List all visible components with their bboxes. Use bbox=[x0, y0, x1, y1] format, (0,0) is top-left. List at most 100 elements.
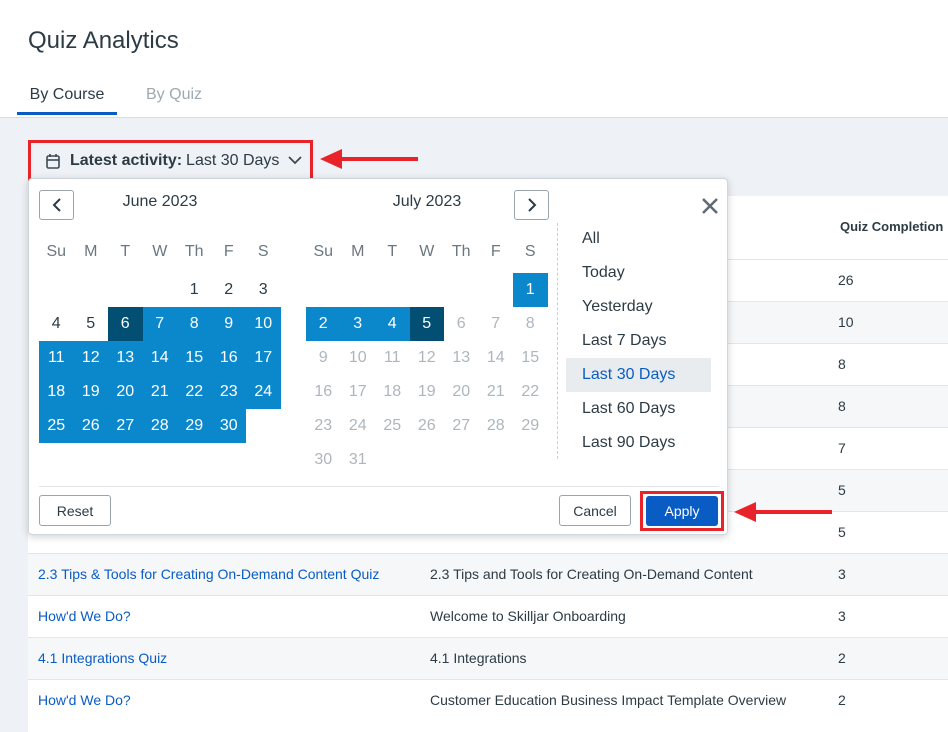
june-day-cell[interactable]: 5 bbox=[74, 307, 109, 341]
quiz-completions-header[interactable]: Quiz Completion bbox=[840, 219, 943, 234]
july-day-cell: 31 bbox=[348, 451, 367, 468]
july-day-cell[interactable]: 2 bbox=[306, 307, 341, 341]
july-day-cell: 19 bbox=[417, 383, 436, 400]
page-header: Quiz Analytics By Course By Quiz bbox=[0, 0, 948, 118]
june-day-cell[interactable]: 28 bbox=[142, 409, 177, 443]
july-day-cell[interactable]: 1 bbox=[513, 273, 548, 307]
june-day-cell[interactable]: 30 bbox=[211, 409, 246, 443]
table-row: How'd We Do? Customer Education Business … bbox=[28, 679, 948, 721]
june-day-cell[interactable]: 8 bbox=[177, 307, 212, 341]
range-option[interactable]: Last 60 Days bbox=[566, 392, 711, 426]
june-day-cell[interactable]: 20 bbox=[108, 375, 143, 409]
tab-by-course[interactable]: By Course bbox=[17, 86, 117, 104]
june-weekday-header: W bbox=[152, 243, 168, 260]
july-day-cell: 29 bbox=[521, 417, 540, 434]
june-day-cell[interactable]: 18 bbox=[39, 375, 74, 409]
june-day-cell[interactable]: 13 bbox=[108, 341, 143, 375]
june-day-cell[interactable]: 9 bbox=[211, 307, 246, 341]
completion-count: 7 bbox=[838, 440, 846, 456]
completion-count: 5 bbox=[838, 482, 846, 498]
june-day-cell[interactable]: 11 bbox=[39, 341, 74, 375]
latest-activity-filter-button[interactable]: Latest activity: Last 30 Days bbox=[28, 140, 313, 181]
june-weekday-header: Th bbox=[184, 243, 204, 260]
quiz-name-link[interactable]: 4.1 Integrations Quiz bbox=[38, 650, 167, 666]
june-day-cell[interactable]: 21 bbox=[142, 375, 177, 409]
july-day-cell[interactable]: 4 bbox=[375, 307, 410, 341]
annotation-arrow-filter bbox=[320, 149, 418, 169]
quiz-name-link[interactable]: How'd We Do? bbox=[38, 608, 131, 624]
july-day-cell: 27 bbox=[452, 417, 471, 434]
june-day-cell[interactable]: 4 bbox=[39, 307, 74, 341]
completion-count: 10 bbox=[838, 314, 854, 330]
quiz-name-link[interactable]: 2.3 Tips & Tools for Creating On-Demand … bbox=[38, 566, 379, 582]
july-day-cell: 26 bbox=[417, 417, 436, 434]
completion-count: 26 bbox=[838, 272, 854, 288]
july-day-cell[interactable]: 5 bbox=[409, 307, 444, 341]
july-weekday-header: W bbox=[419, 243, 435, 260]
july-day-cell: 30 bbox=[314, 451, 333, 468]
completion-count: 8 bbox=[838, 356, 846, 372]
june-weekday-header: M bbox=[84, 243, 98, 260]
june-day-cell[interactable]: 19 bbox=[73, 375, 108, 409]
completion-count: 3 bbox=[838, 566, 846, 582]
picker-footer-divider bbox=[39, 486, 719, 487]
course-name: Customer Education Business Impact Templ… bbox=[430, 692, 787, 708]
completion-count: 3 bbox=[838, 608, 846, 624]
course-name: Welcome to Skilljar Onboarding bbox=[430, 608, 626, 624]
quiz-name-link[interactable]: How'd We Do? bbox=[38, 692, 131, 708]
june-day-cell[interactable]: 27 bbox=[108, 409, 143, 443]
july-day-cell: 9 bbox=[318, 349, 328, 366]
june-day-cell[interactable]: 12 bbox=[73, 341, 108, 375]
july-day-cell: 21 bbox=[486, 383, 505, 400]
completion-count: 8 bbox=[838, 398, 846, 414]
apply-button[interactable]: Apply bbox=[646, 496, 718, 526]
june-day-cell[interactable]: 16 bbox=[211, 341, 246, 375]
reset-button[interactable]: Reset bbox=[39, 495, 111, 526]
july-day-cell: 17 bbox=[348, 383, 367, 400]
close-icon[interactable] bbox=[699, 195, 721, 217]
june-day-cell[interactable]: 15 bbox=[177, 341, 212, 375]
june-weekday-header: S bbox=[257, 243, 269, 260]
range-option[interactable]: Last 7 Days bbox=[566, 324, 711, 358]
course-name: 2.3 Tips and Tools for Creating On-Deman… bbox=[430, 566, 753, 582]
tab-by-quiz[interactable]: By Quiz bbox=[146, 86, 202, 104]
completion-count: 2 bbox=[838, 650, 846, 666]
june-day-cell[interactable]: 3 bbox=[246, 273, 281, 307]
left-month-title: June 2023 bbox=[122, 193, 198, 210]
july-day-cell[interactable]: 3 bbox=[340, 307, 375, 341]
range-option[interactable]: Last 90 Days bbox=[566, 426, 711, 460]
july-weekday-header: Su bbox=[313, 243, 334, 260]
june-day-cell[interactable]: 26 bbox=[73, 409, 108, 443]
june-weekday-header: Su bbox=[46, 243, 67, 260]
june-day-cell[interactable]: 24 bbox=[246, 375, 281, 409]
june-weekday-header: T bbox=[120, 243, 131, 260]
range-option[interactable]: Yesterday bbox=[566, 290, 711, 324]
table-row: How'd We Do? Welcome to Skilljar Onboardi… bbox=[28, 595, 948, 637]
course-name: 4.1 Integrations bbox=[430, 650, 527, 666]
range-option[interactable]: Today bbox=[566, 256, 711, 290]
range-option[interactable]: All bbox=[566, 222, 711, 256]
june-day-cell[interactable]: 22 bbox=[177, 375, 212, 409]
june-day-cell[interactable]: 1 bbox=[177, 273, 212, 307]
june-day-cell[interactable]: 14 bbox=[142, 341, 177, 375]
july-day-cell: 11 bbox=[383, 349, 401, 366]
june-day-cell[interactable]: 10 bbox=[246, 307, 281, 341]
june-day-cell[interactable]: 23 bbox=[211, 375, 246, 409]
june-day-cell[interactable]: 7 bbox=[142, 307, 177, 341]
cancel-button[interactable]: Cancel bbox=[559, 495, 631, 526]
completion-count: 5 bbox=[838, 524, 846, 540]
june-day-cell[interactable]: 29 bbox=[177, 409, 212, 443]
july-day-cell: 14 bbox=[486, 349, 505, 366]
july-weekday-header: T bbox=[387, 243, 398, 260]
june-day-cell[interactable]: 17 bbox=[246, 341, 281, 375]
june-weekday-header: F bbox=[223, 243, 234, 260]
june-day-cell[interactable]: 25 bbox=[39, 409, 74, 443]
table-row: 2.3 Tips & Tools for Creating On-Demand … bbox=[28, 553, 948, 595]
june-day-cell[interactable]: 2 bbox=[212, 273, 247, 307]
july-day-cell: 12 bbox=[417, 349, 436, 366]
june-day-cell[interactable]: 6 bbox=[108, 307, 143, 341]
july-day-cell: 25 bbox=[383, 417, 402, 434]
filter-value: Last 30 Days bbox=[186, 151, 280, 169]
range-option[interactable]: Last 30 Days bbox=[566, 358, 711, 392]
active-tab-indicator bbox=[17, 112, 117, 115]
